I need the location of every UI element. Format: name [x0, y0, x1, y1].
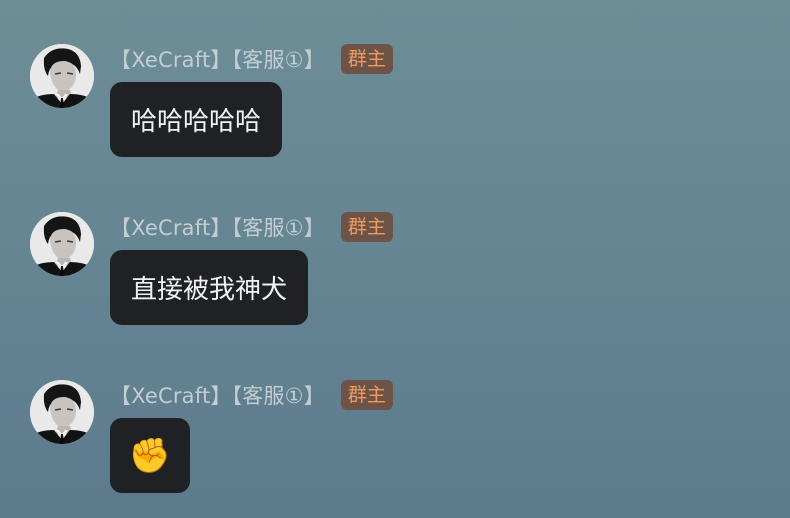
- sender-name[interactable]: 【XeCraft】【客服①】: [110, 212, 325, 242]
- avatar-photo-icon: [30, 44, 94, 108]
- role-badge-owner: 群主: [340, 44, 393, 74]
- role-badge-owner: 群主: [340, 212, 393, 242]
- message-header: 【XeCraft】【客服①】 群主: [110, 380, 393, 410]
- message-header: 【XeCraft】【客服①】 群主: [110, 212, 393, 242]
- sender-avatar[interactable]: [30, 380, 94, 444]
- sender-name[interactable]: 【XeCraft】【客服①】: [110, 44, 325, 74]
- role-badge-owner: 群主: [340, 380, 393, 410]
- chat-message-list: 【XeCraft】【客服①】 群主 哈哈哈哈哈 【XeCraft】【客服①】 群…: [0, 0, 790, 518]
- avatar-photo-icon: [30, 212, 94, 276]
- avatar-photo-icon: [30, 380, 94, 444]
- message-bubble[interactable]: 哈哈哈哈哈: [110, 82, 283, 157]
- sender-avatar[interactable]: [30, 212, 94, 276]
- raised-fist-emoji: ✊: [128, 435, 172, 476]
- message-bubble[interactable]: 直接被我神犬: [110, 250, 309, 325]
- sender-name[interactable]: 【XeCraft】【客服①】: [110, 380, 325, 410]
- message-bubble-emoji[interactable]: ✊: [110, 418, 190, 493]
- message-header: 【XeCraft】【客服①】 群主: [110, 44, 393, 74]
- sender-avatar[interactable]: [30, 44, 94, 108]
